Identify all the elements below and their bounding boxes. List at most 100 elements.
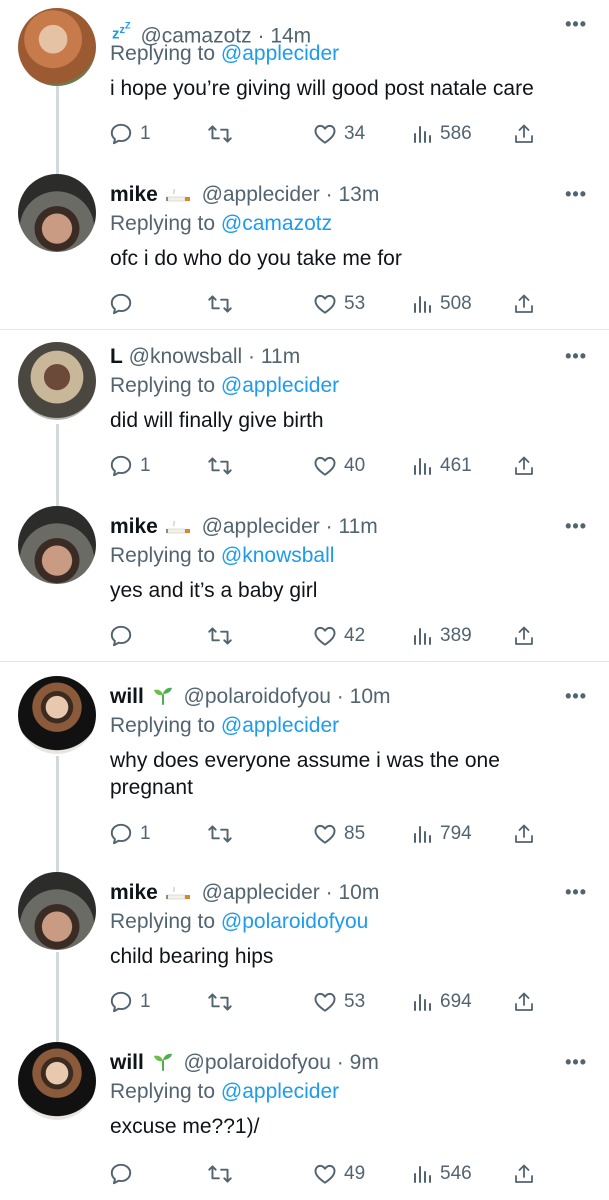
author-handle[interactable]: @polaroidofyou [184, 685, 331, 708]
views-button[interactable]: 694 [410, 988, 472, 1016]
views-button[interactable]: 794 [410, 820, 472, 848]
views-button[interactable]: 586 [410, 120, 472, 148]
share-button[interactable] [512, 120, 536, 148]
retweet-button[interactable] [206, 452, 234, 480]
tweet[interactable]: mike @applecider · 13m ••• Replying to @… [0, 170, 609, 330]
reply-button[interactable]: 1 [108, 820, 151, 848]
more-options-icon[interactable]: ••• [565, 346, 587, 367]
avatar[interactable] [18, 342, 96, 420]
more-options-icon[interactable]: ••• [565, 882, 587, 903]
reply-button[interactable]: 1 [108, 120, 151, 148]
author-name[interactable]: L [110, 345, 123, 368]
tweet-text: child bearing hips [110, 945, 274, 968]
author-handle[interactable]: @polaroidofyou [184, 1051, 331, 1074]
like-button[interactable]: 34 [312, 120, 365, 148]
tweet[interactable]: L @knowsball · 11m ••• Replying to @appl… [0, 332, 609, 497]
avatar[interactable] [18, 174, 96, 252]
share-button[interactable] [512, 988, 536, 1016]
action-bar: 49 546 [108, 1160, 548, 1188]
share-button[interactable] [512, 452, 536, 480]
share-icon [515, 124, 533, 143]
avatar[interactable] [18, 676, 96, 754]
views-chart-icon [414, 826, 431, 843]
tweet-text: ofc i do who do you take me for [110, 247, 402, 270]
tweet[interactable]: mike @applecider · 10m ••• Replying to @… [0, 868, 609, 1033]
tweet[interactable]: will @polaroidofyou · 9m ••• Replying to… [0, 1038, 609, 1200]
view-count: 389 [440, 625, 472, 646]
reply-icon [110, 991, 132, 1013]
avatar[interactable] [18, 872, 96, 950]
cigarette-icon [165, 516, 192, 542]
replying-to-handle[interactable]: @polaroidofyou [221, 910, 368, 933]
retweet-button[interactable] [206, 120, 234, 148]
author-name[interactable]: mike [110, 881, 158, 904]
views-chart-icon [414, 296, 431, 313]
timestamp[interactable]: 9m [350, 1051, 379, 1074]
share-icon [515, 456, 533, 475]
author-handle[interactable]: @applecider [202, 881, 320, 904]
timestamp[interactable]: 13m [338, 183, 379, 206]
like-button[interactable]: 53 [312, 988, 365, 1016]
share-button[interactable] [512, 622, 536, 650]
tweet[interactable]: zzZ @camazotz · 14m ••• Replying to @app… [0, 0, 609, 165]
retweet-button[interactable] [206, 988, 234, 1016]
reply-button[interactable] [108, 1160, 140, 1188]
author-handle[interactable]: @applecider [202, 515, 320, 538]
author-name[interactable]: will [110, 685, 144, 708]
timestamp[interactable]: 10m [350, 685, 391, 708]
more-options-icon[interactable]: ••• [565, 516, 587, 537]
timestamp[interactable]: 11m [338, 515, 377, 538]
views-button[interactable]: 508 [410, 290, 472, 318]
more-options-icon[interactable]: ••• [565, 1052, 587, 1073]
reply-button[interactable] [108, 622, 140, 650]
cigarette-icon [165, 882, 192, 908]
more-options-icon[interactable]: ••• [565, 14, 587, 35]
views-button[interactable]: 546 [410, 1160, 472, 1188]
like-button[interactable]: 42 [312, 622, 365, 650]
reply-button[interactable]: 1 [108, 452, 151, 480]
retweet-button[interactable] [206, 622, 234, 650]
avatar[interactable] [18, 8, 96, 86]
retweet-button[interactable] [206, 290, 234, 318]
replying-to-handle[interactable]: @camazotz [221, 212, 332, 235]
replying-to-handle[interactable]: @applecider [221, 714, 339, 737]
author-name[interactable]: will [110, 1051, 144, 1074]
like-count: 53 [344, 991, 366, 1012]
timestamp[interactable]: 10m [338, 881, 379, 904]
tweet-text: yes and it’s a baby girl [110, 579, 318, 602]
reply-button[interactable] [108, 290, 140, 318]
reply-icon [110, 1163, 132, 1185]
tweet[interactable]: will @polaroidofyou · 10m ••• Replying t… [0, 672, 609, 862]
like-button[interactable]: 40 [312, 452, 365, 480]
like-button[interactable]: 49 [312, 1160, 365, 1188]
replying-to-handle[interactable]: @applecider [221, 42, 339, 65]
replying-to-handle[interactable]: @knowsball [221, 544, 335, 567]
more-options-icon[interactable]: ••• [565, 686, 587, 707]
author-handle[interactable]: @knowsball [129, 345, 243, 368]
more-options-icon[interactable]: ••• [565, 184, 587, 205]
view-count: 586 [440, 123, 472, 144]
reply-icon [110, 293, 132, 315]
like-button[interactable]: 85 [312, 820, 365, 848]
tweet[interactable]: mike @applecider · 11m ••• Replying to @… [0, 502, 609, 660]
like-button[interactable]: 53 [312, 290, 365, 318]
reply-icon [110, 455, 132, 477]
avatar[interactable] [18, 506, 96, 584]
share-button[interactable] [512, 1160, 536, 1188]
share-button[interactable] [512, 820, 536, 848]
views-button[interactable]: 389 [410, 622, 472, 650]
author-name[interactable]: mike [110, 183, 158, 206]
retweet-icon [208, 825, 232, 843]
timestamp[interactable]: 11m [261, 345, 300, 368]
avatar[interactable] [18, 1042, 96, 1120]
share-button[interactable] [512, 290, 536, 318]
views-button[interactable]: 461 [410, 452, 472, 480]
replying-to-handle[interactable]: @applecider [221, 374, 339, 397]
author-name[interactable]: mike [110, 515, 158, 538]
reply-button[interactable]: 1 [108, 988, 151, 1016]
retweet-button[interactable] [206, 1160, 234, 1188]
replying-to-handle[interactable]: @applecider [221, 1080, 339, 1103]
retweet-button[interactable] [206, 820, 234, 848]
author-handle[interactable]: @applecider [202, 183, 320, 206]
replying-to-label: Replying to [110, 910, 221, 933]
